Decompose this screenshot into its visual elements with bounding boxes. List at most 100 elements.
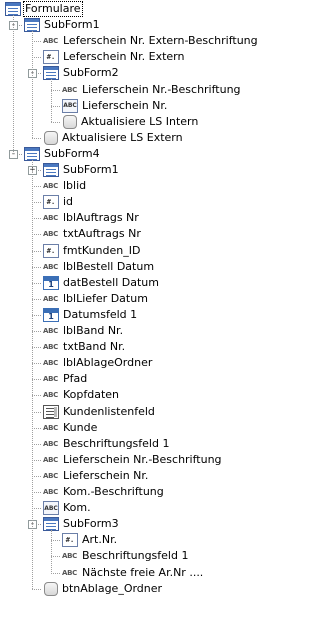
tree-item[interactable]: SubForm2 xyxy=(43,65,119,81)
button-icon xyxy=(63,114,77,129)
tree-item-label: Nächste freie Ar.Nr .... xyxy=(82,565,204,579)
tree-item[interactable]: ABC lblLiefer Datum xyxy=(43,291,148,307)
tree-connector xyxy=(32,218,41,220)
form-icon xyxy=(24,18,40,33)
tree-item-label: Kunde xyxy=(63,420,98,434)
tree-connector xyxy=(51,89,60,91)
listbox-icon xyxy=(43,404,59,419)
tree-item-label: lblBestell Datum xyxy=(63,259,155,273)
tree-item[interactable]: ABC Leferschein Nr. Extern-Beschriftung xyxy=(43,33,258,49)
tree-item-label: Lieferschein Nr.-Beschriftung xyxy=(82,82,241,96)
tree-connector xyxy=(51,530,52,573)
tree-item[interactable]: SubForm3 xyxy=(43,516,119,532)
tree-item[interactable]: ABC Lieferschein Nr. xyxy=(62,98,167,114)
tree-item[interactable]: ABC lblid xyxy=(43,178,86,194)
label-abc-icon: ABC xyxy=(43,230,58,239)
tree-item[interactable]: ABC txtAuftrags Nr xyxy=(43,226,141,242)
tree-item[interactable]: #. fmtKunden_ID xyxy=(43,243,140,259)
tree-item-label: Kundenlistenfeld xyxy=(63,404,155,418)
label-abc-icon: ABC xyxy=(43,439,58,448)
tree-item[interactable]: ABC lblAblageOrdner xyxy=(43,355,152,371)
tree-item-label: SubForm1 xyxy=(44,18,100,32)
calendar-icon: 1 xyxy=(43,307,59,322)
label-abc-icon: ABC xyxy=(62,552,77,561)
tree-item[interactable]: ABC Pfad xyxy=(43,371,87,387)
tree-item-label: Beschriftungsfeld 1 xyxy=(82,549,189,563)
tree-item[interactable]: #. Art.Nr. xyxy=(62,532,117,548)
text-field-abc-icon: ABC xyxy=(62,98,78,113)
tree-item-label: Leferschein Nr. Extern xyxy=(63,50,185,64)
label-abc-icon: ABC xyxy=(43,471,58,480)
tree-item-label: datBestell Datum xyxy=(63,275,159,289)
tree-item[interactable]: ABC Lieferschein Nr. xyxy=(43,468,148,484)
tree-item-label: Pfad xyxy=(63,372,88,386)
tree-item[interactable]: ABC lblAuftrags Nr xyxy=(43,210,139,226)
label-abc-icon: ABC xyxy=(43,182,58,191)
tree-item-label: txtAuftrags Nr xyxy=(63,227,141,241)
tree-item-label: fmtKunden_ID xyxy=(63,243,141,257)
tree-item[interactable]: Aktualisiere LS Extern xyxy=(43,130,183,146)
tree-connector xyxy=(32,250,41,252)
tree-item[interactable]: btnAblage_Ordner xyxy=(43,581,162,597)
label-abc-icon: ABC xyxy=(62,85,77,94)
tree-item[interactable]: Formulare xyxy=(5,1,83,17)
tree-item-label: Aktualisiere LS Intern xyxy=(81,114,199,128)
tree-item[interactable]: ABC Kopfdaten xyxy=(43,387,119,403)
label-abc-icon: ABC xyxy=(43,327,58,335)
tree-item-label: lblAuftrags Nr xyxy=(63,211,139,225)
tree-item-label: lblBand Nr. xyxy=(63,324,124,337)
tree-connector xyxy=(51,79,52,122)
label-abc-icon: ABC xyxy=(43,214,58,223)
tree-item-label: Leferschein Nr. Extern-Beschriftung xyxy=(63,34,258,48)
text-field-icon: #. xyxy=(43,243,59,258)
tree-item[interactable]: ABC Lieferschein Nr.-Beschriftung xyxy=(43,452,222,468)
tree-connector xyxy=(32,282,41,284)
form-icon xyxy=(43,163,59,177)
tree-item[interactable]: SubForm1 xyxy=(43,162,119,178)
tree-item[interactable]: #. id xyxy=(43,194,73,210)
tree-connector xyxy=(32,298,41,300)
tree-item-label: Kom.-Beschriftung xyxy=(63,485,164,498)
tree-item-label: btnAblage_Ordner xyxy=(62,581,163,595)
tree-item-label: Kopfdaten xyxy=(63,388,120,402)
tree-item[interactable]: 1 Datumsfeld 1 xyxy=(43,307,137,323)
tree-item[interactable]: ABC Nächste freie Ar.Nr .... xyxy=(62,565,203,581)
tree-item[interactable]: Kundenlistenfeld xyxy=(43,404,155,420)
tree-connector xyxy=(32,266,41,268)
label-abc-icon: ABC xyxy=(43,359,58,368)
tree-item-label: Lieferschein Nr. xyxy=(82,98,168,112)
form-icon xyxy=(5,2,21,16)
tree-item[interactable]: ABC Lieferschein Nr.-Beschriftung xyxy=(62,82,241,98)
button-icon xyxy=(44,130,58,145)
tree-connector xyxy=(32,186,41,188)
label-abc-icon: ABC xyxy=(43,391,58,400)
tree-item[interactable]: SubForm4 xyxy=(24,146,100,162)
tree-item-label: id xyxy=(63,195,74,209)
tree-item[interactable]: 1 datBestell Datum xyxy=(43,275,159,291)
tree-item[interactable]: ABC lblBand Nr. xyxy=(43,323,123,339)
tree-item[interactable]: ABC Beschriftungsfeld 1 xyxy=(62,548,188,564)
tree-connector xyxy=(32,31,33,138)
tree-item-label: Datumsfeld 1 xyxy=(63,307,138,321)
tree-item[interactable]: ABC Kom. xyxy=(43,500,91,516)
tree-item-label: txtBand Nr. xyxy=(63,340,126,354)
tree-item-label: Beschriftungsfeld 1 xyxy=(63,436,170,450)
tree-connector xyxy=(13,15,14,154)
button-icon xyxy=(44,581,58,596)
tree-item[interactable]: ABC Kom.-Beschriftung xyxy=(43,484,164,500)
tree-item[interactable]: ABC lblBestell Datum xyxy=(43,259,154,275)
tree-connector xyxy=(32,508,41,510)
label-abc-icon: ABC xyxy=(43,37,58,46)
form-icon xyxy=(24,146,40,161)
tree-item[interactable]: ABC Kunde xyxy=(43,420,97,436)
tree-connector xyxy=(32,475,41,477)
tree-item[interactable]: Aktualisiere LS Intern xyxy=(62,114,198,130)
tree-connector xyxy=(32,347,41,349)
tree-item[interactable]: ABC Beschriftungsfeld 1 xyxy=(43,436,169,452)
tree-item[interactable]: SubForm1 xyxy=(24,17,100,33)
tree-item[interactable]: #. Leferschein Nr. Extern xyxy=(43,49,184,65)
tree-item-label: SubForm2 xyxy=(63,66,119,80)
tree-connector xyxy=(32,492,41,493)
tree-item[interactable]: ABC txtBand Nr. xyxy=(43,339,125,355)
tree-connector xyxy=(32,159,33,589)
